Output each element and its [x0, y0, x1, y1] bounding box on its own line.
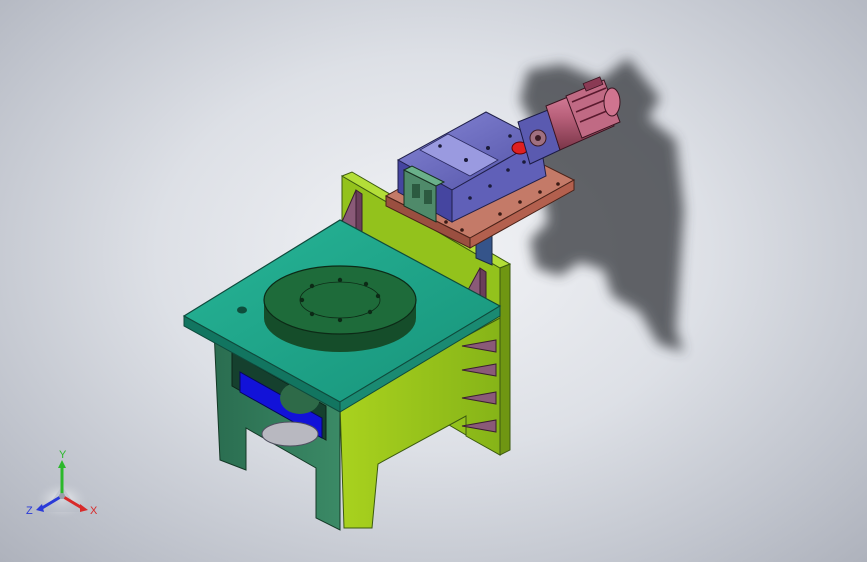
cad-assembly-model[interactable]: [0, 0, 867, 562]
rotary-table: [263, 265, 417, 352]
triad-z-label: Z: [26, 505, 33, 517]
triad-y-label: Y: [59, 449, 67, 461]
coordinate-triad-icon: Y Z X: [26, 449, 98, 518]
triad-x-label: X: [90, 505, 98, 517]
cad-viewport[interactable]: Y Z X: [0, 0, 867, 562]
